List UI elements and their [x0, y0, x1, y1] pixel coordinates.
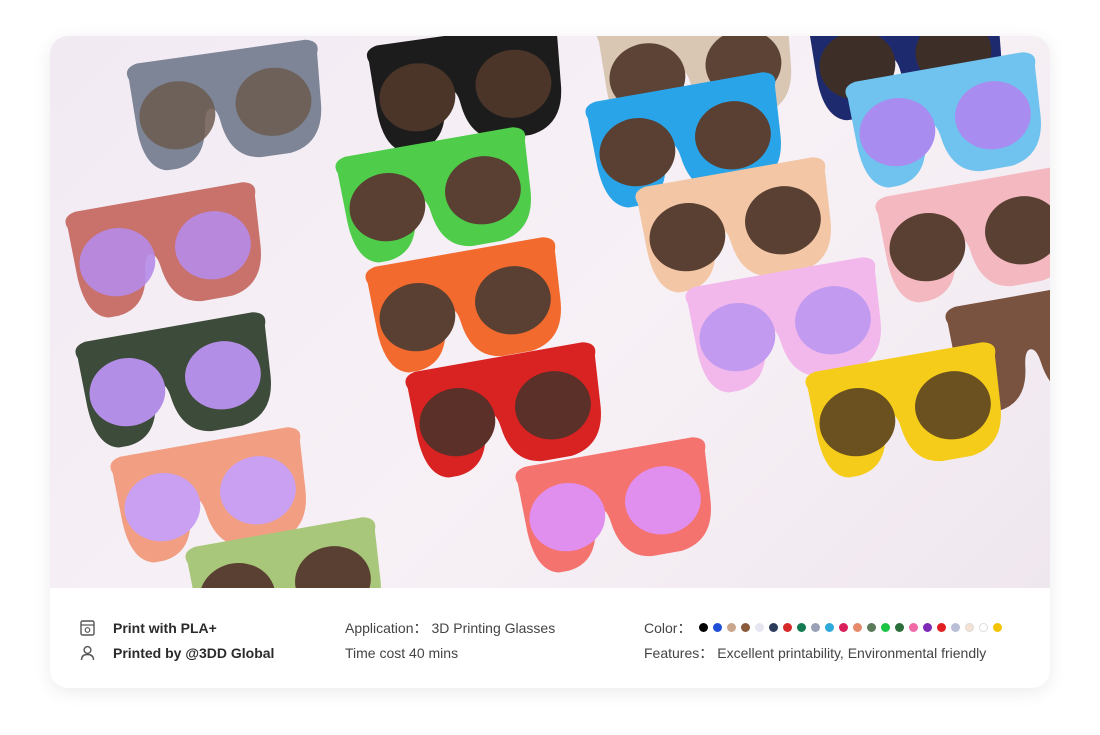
application-row: Application： 3D Printing Glasses [345, 619, 556, 636]
color-swatch [825, 623, 835, 632]
color-swatch [839, 623, 849, 632]
color-swatch [881, 623, 891, 632]
color-swatches [699, 623, 1003, 632]
application-details: Application： 3D Printing Glasses Time co… [345, 615, 555, 665]
application-value: 3D Printing Glasses [431, 619, 556, 636]
color-swatch [937, 623, 947, 632]
printed-by-row: Printed by @3DD Global [78, 640, 274, 665]
print-info-bar: Print with PLA+ Printed by @3DD Global A… [50, 588, 1050, 688]
sunglasses-collage-image [63, 36, 1050, 588]
color-swatch [769, 623, 779, 632]
color-swatch [797, 623, 807, 632]
color-features-details: Color： Features： Excellent printability,… [644, 615, 1003, 665]
user-icon [78, 644, 96, 662]
color-swatch [741, 623, 751, 632]
color-row: Color： [644, 615, 1003, 640]
color-swatch [783, 623, 793, 632]
print-details: Print with PLA+ Printed by @3DD Global [78, 615, 274, 665]
material-text: Print with PLA+ [113, 619, 217, 636]
product-photo [50, 36, 1050, 588]
color-swatch [895, 623, 905, 632]
color-swatch [727, 623, 737, 632]
color-swatch [923, 623, 933, 632]
color-swatch [965, 623, 975, 632]
printed-by-text: Printed by @3DD Global [113, 644, 275, 661]
application-label: Application [345, 619, 414, 636]
color-swatch [755, 623, 765, 632]
color-label: Color [644, 619, 678, 636]
features-value: Excellent printability, Environmental fr… [717, 644, 987, 661]
color-swatch [979, 623, 989, 632]
features-label: Features [644, 644, 700, 661]
color-swatch [909, 623, 919, 632]
color-swatch [699, 623, 709, 632]
color-swatch [951, 623, 961, 632]
color-swatch [993, 623, 1003, 632]
color-swatch [811, 623, 821, 632]
color-swatch [713, 623, 723, 632]
product-card: Print with PLA+ Printed by @3DD Global A… [50, 36, 1050, 688]
color-swatch [853, 623, 863, 632]
time-cost-text: Time cost 40 mins [345, 644, 459, 661]
material-row: Print with PLA+ [78, 615, 274, 640]
time-cost-row: Time cost 40 mins [345, 640, 555, 665]
printer-icon [78, 619, 96, 637]
color-swatch [867, 623, 877, 632]
features-row: Features： Excellent printability, Enviro… [644, 644, 987, 661]
